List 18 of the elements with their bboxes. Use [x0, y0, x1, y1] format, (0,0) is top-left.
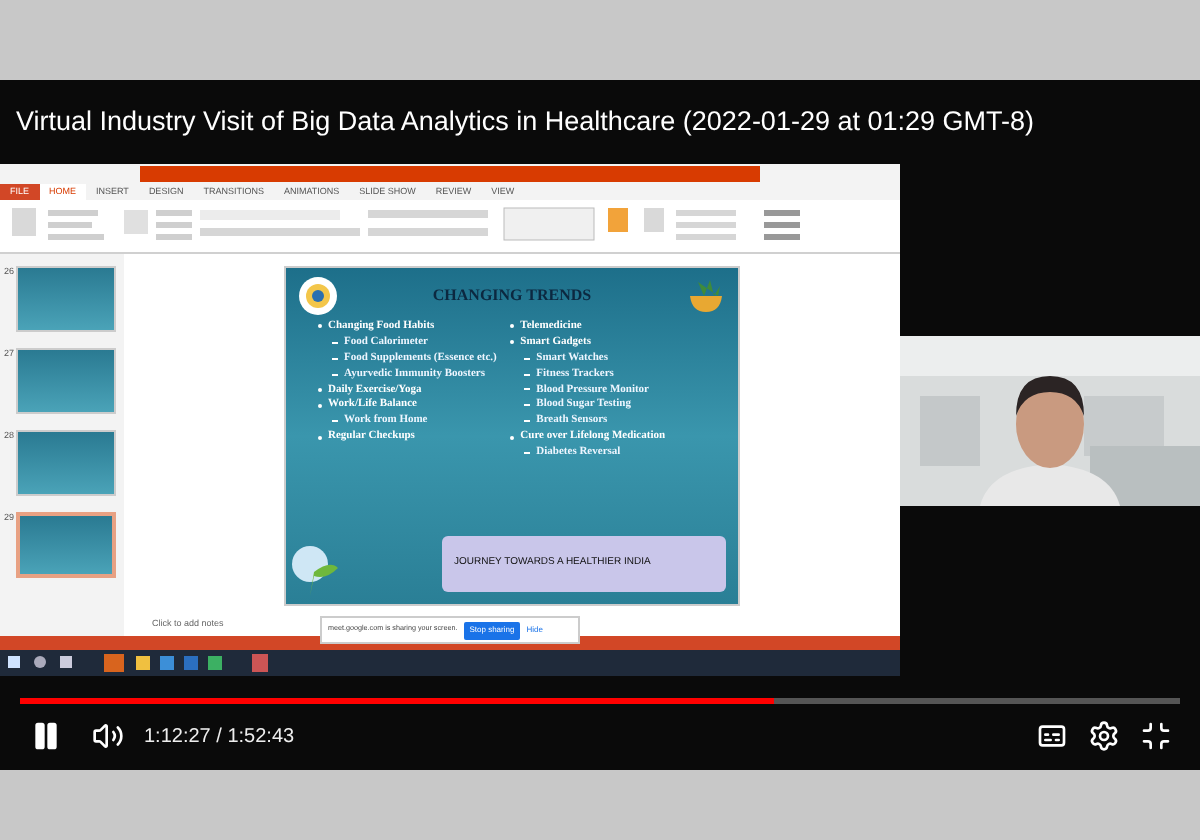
time-display: 1:12:27 / 1:52:43	[144, 723, 295, 751]
bullet-dash-icon	[332, 420, 338, 423]
slide-heading: CHANGING TRENDS	[432, 284, 592, 308]
exit-fullscreen-button[interactable]	[1140, 720, 1172, 752]
video-title: Virtual Industry Visit of Big Data Analytics in Healthcare (2022-01-29 at 01:29 GMT-8)	[16, 103, 1035, 140]
bullet-dash-icon	[524, 451, 531, 454]
slide-thumbnail[interactable]	[16, 348, 116, 414]
slide-thumbnail[interactable]	[16, 430, 116, 496]
herb-bowl-icon	[685, 278, 726, 314]
volume-button[interactable]	[92, 720, 124, 752]
progress-track[interactable]	[20, 698, 1180, 704]
settings-button[interactable]	[1088, 720, 1120, 752]
bullet-dash-icon	[524, 420, 531, 423]
captions-button[interactable]	[1036, 720, 1068, 752]
slide-thumbnail[interactable]	[16, 512, 116, 578]
emblem-icon	[298, 276, 338, 316]
bullet-dash-icon	[332, 341, 338, 344]
slide-thumbnail[interactable]	[16, 266, 116, 332]
